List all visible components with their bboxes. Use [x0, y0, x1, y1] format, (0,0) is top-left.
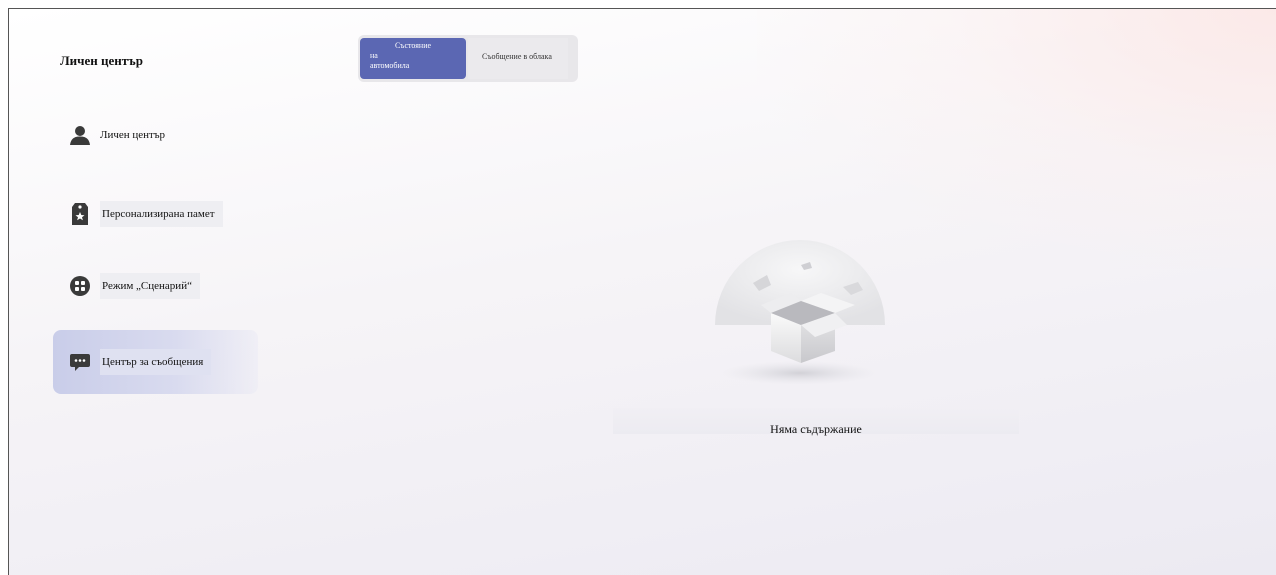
scenario-grid-icon [70, 276, 90, 296]
memory-tag-icon [70, 203, 90, 225]
tab-vehicle-status[interactable]: Състояние на автомобила [360, 38, 466, 79]
message-icon [70, 352, 90, 372]
sidebar-item-label: Център за съобщения [100, 349, 212, 375]
sidebar-item-label: Режим „Сценарий“ [100, 273, 200, 299]
person-icon [70, 125, 90, 145]
sidebar-item-label: Личен център [100, 129, 166, 141]
page-title: Личен център [60, 53, 143, 68]
sidebar-item-message-center[interactable]: Център за съобщения [53, 330, 258, 394]
tab-bar: Състояние на автомобила Съобщение в обла… [358, 35, 578, 82]
sidebar-item-personal-center[interactable]: Личен център [53, 103, 258, 167]
sidebar-item-personalized-memory[interactable]: Персонализирана памет [53, 182, 258, 246]
sidebar-item-scenario-mode[interactable]: Режим „Сценарий“ [53, 254, 258, 318]
tab-cloud-message[interactable]: Съобщение в облака [468, 38, 568, 79]
app-window: Личен център Личен център Персонализиран… [8, 8, 1276, 575]
empty-box-illustration [715, 227, 885, 387]
sidebar-item-label: Персонализирана памет [100, 201, 223, 227]
empty-state-text: Няма съдържание [770, 422, 862, 436]
